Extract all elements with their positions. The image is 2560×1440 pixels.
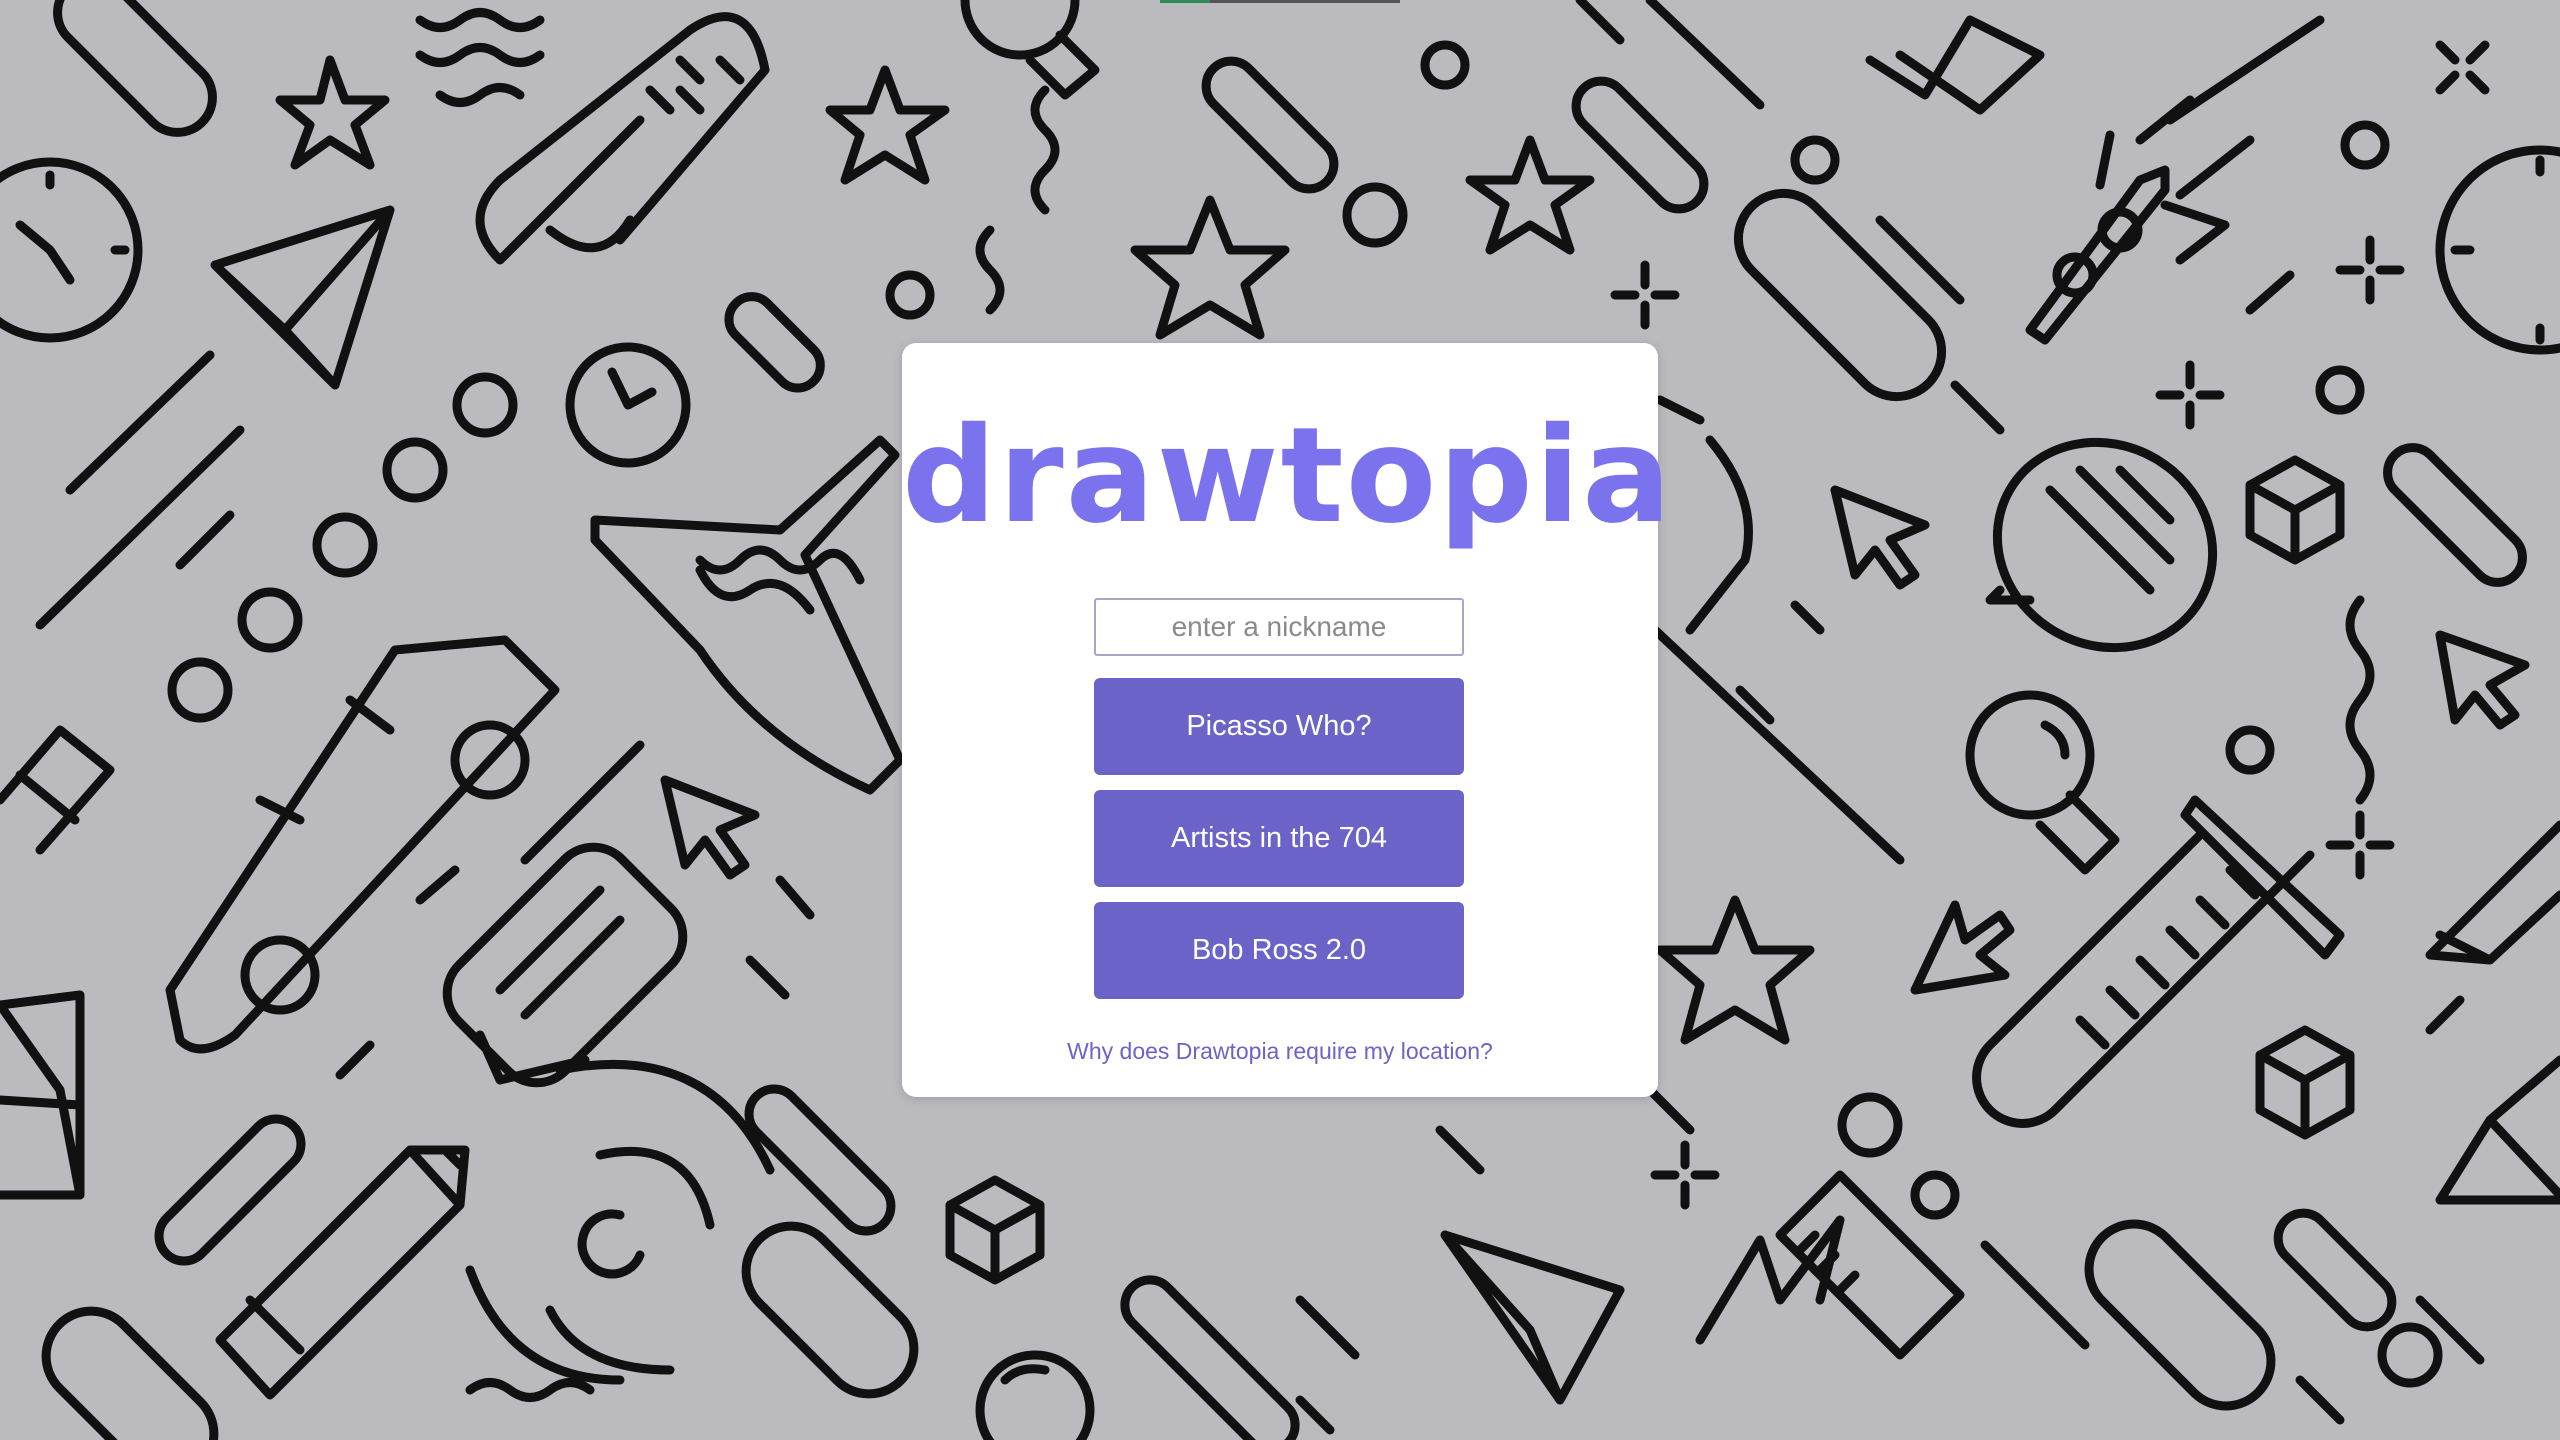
magnifier-icon	[960, 0, 1100, 100]
star-icon	[275, 55, 390, 170]
magnifier-icon	[1965, 690, 2120, 875]
clock-icon	[2435, 145, 2560, 355]
cube-icon	[2245, 455, 2345, 565]
paper-plane-icon	[1440, 1230, 1625, 1405]
magnifier-icon	[975, 1350, 1095, 1440]
cube-icon	[2255, 1025, 2355, 1140]
lamp-icon	[1655, 395, 1753, 635]
clock-icon	[0, 157, 143, 343]
ruler-icon	[1775, 1170, 1965, 1360]
star-icon	[825, 65, 950, 185]
app-logo: drawtopia	[902, 399, 1674, 553]
rocket-icon	[2025, 130, 2230, 345]
cursor-icon	[2435, 630, 2530, 730]
star-icon	[1655, 895, 1815, 1045]
star-icon	[1465, 135, 1595, 255]
login-card: drawtopia Picasso Who? Artists in the 70…	[902, 343, 1674, 1097]
bow-icon	[1695, 15, 2045, 1345]
room-button-artists-in-the-704[interactable]: Artists in the 704	[1094, 790, 1464, 887]
paper-plane-icon	[210, 205, 395, 390]
cursor-icon	[1830, 485, 1930, 590]
cursor-icon	[1910, 900, 2015, 995]
cube-icon	[945, 1175, 1045, 1285]
nickname-input[interactable]	[1094, 598, 1464, 656]
cursor-icon	[660, 775, 760, 880]
speech-bubble-icon	[442, 842, 688, 1088]
test-tube-icon	[1972, 795, 2345, 1128]
flask-icon	[590, 435, 905, 795]
room-button-picasso-who[interactable]: Picasso Who?	[1094, 678, 1464, 775]
eraser-icon	[0, 725, 115, 855]
gem-icon	[0, 990, 85, 1200]
speech-bubble-icon	[1985, 437, 2218, 653]
pencil-icon	[2425, 820, 2560, 965]
room-button-bob-ross-2[interactable]: Bob Ross 2.0	[1094, 902, 1464, 999]
location-info-link[interactable]: Why does Drawtopia require my location?	[902, 1038, 1658, 1065]
gem-icon	[2435, 1055, 2560, 1205]
clock-icon	[565, 342, 691, 468]
ruler-icon	[475, 12, 770, 265]
rings-icon	[465, 1059, 775, 1385]
pencil-icon	[215, 1145, 470, 1400]
star-icon	[1130, 195, 1290, 340]
